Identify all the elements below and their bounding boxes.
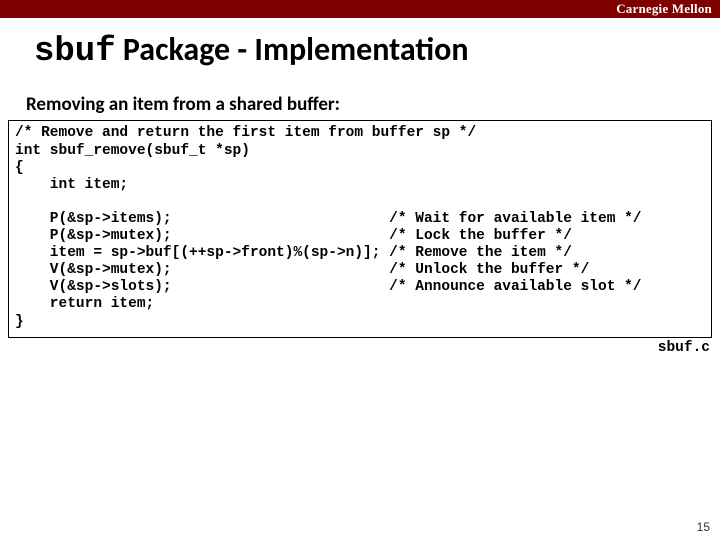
title-rest: Package - Implementation [116,30,469,69]
slide-title: sbuf Package - Implementation [34,32,720,71]
source-filename: sbuf.c [0,340,710,356]
page-number: 15 [697,520,710,534]
title-code-word: sbuf [34,33,116,71]
top-bar: Carnegie Mellon [0,0,720,18]
university-label: Carnegie Mellon [616,1,712,17]
code-listing: /* Remove and return the first item from… [8,120,712,337]
slide-subheading: Removing an item from a shared buffer: [26,93,720,116]
slide: Carnegie Mellon sbuf Package - Implement… [0,0,720,540]
